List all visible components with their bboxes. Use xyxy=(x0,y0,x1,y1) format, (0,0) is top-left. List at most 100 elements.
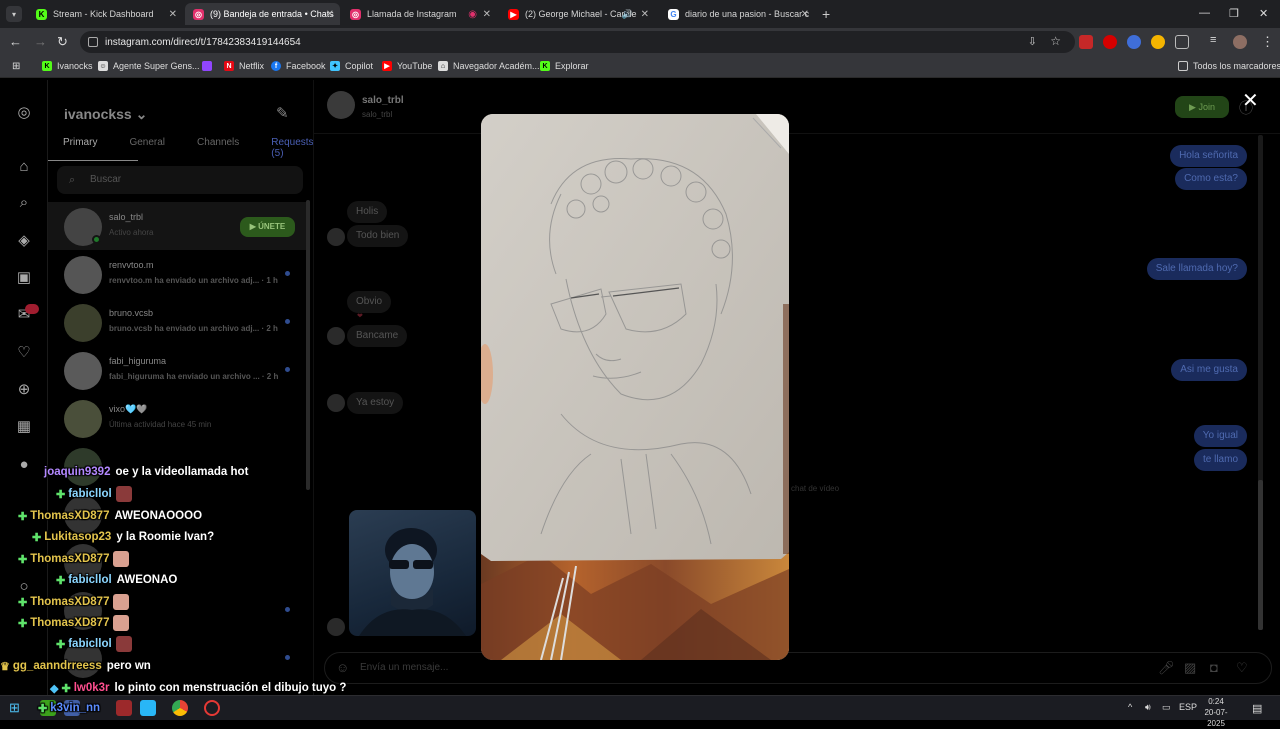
conversation-item[interactable]: bruno.vcsb bruno.vcsb ha enviado un arch… xyxy=(48,298,306,346)
bookmark-ivanocks[interactable]: K Ivanocks xyxy=(42,61,93,71)
profile-avatar[interactable] xyxy=(1233,35,1247,49)
join-call-button[interactable]: ▶ ÚNETE xyxy=(240,217,295,237)
extensions-puzzle-icon[interactable] xyxy=(1175,35,1189,49)
obs-icon[interactable] xyxy=(204,700,220,716)
dm-list-scrollbar[interactable] xyxy=(306,200,310,490)
close-tab-icon[interactable]: ✕ xyxy=(483,9,491,20)
stream-chat-message: ✚ ThomasXD877 xyxy=(18,613,130,633)
conversation-item[interactable]: vixo🩵🩶 Última actividad hace 45 min xyxy=(48,394,306,442)
clock[interactable]: 0:24 20-07-2025 xyxy=(1196,696,1236,729)
conversation-item[interactable]: renvvtoo.m renvvtoo.m ha enviado un arch… xyxy=(48,250,306,298)
explore-icon[interactable]: ◈ xyxy=(14,231,34,251)
close-tab-icon[interactable]: ✕ xyxy=(326,9,334,20)
instagram-logo-icon[interactable]: ◎ xyxy=(14,103,34,123)
image-upload-icon[interactable]: ▨ xyxy=(1184,660,1196,676)
bookmark-twitch[interactable] xyxy=(202,61,217,71)
bookmark-star-icon[interactable]: ☆ xyxy=(1050,34,1061,48)
bookmark-copilot[interactable]: ✦ Copilot xyxy=(330,61,373,71)
tab-google[interactable]: G diario de una pasion - Buscar c ✕ xyxy=(660,3,815,25)
translate-extension-icon[interactable] xyxy=(1127,35,1141,49)
bookmark-explorar[interactable]: K Explorar xyxy=(540,61,589,71)
shared-drawing-image[interactable] xyxy=(349,510,476,636)
tab-requests[interactable]: Requests (5) xyxy=(271,137,313,159)
message-input[interactable]: ☺ Envía un mensaje... 🎤︎ ▨ ◘ ♡ xyxy=(324,652,1272,684)
media-control-icon[interactable]: ≡ xyxy=(1210,34,1216,46)
new-tab-icon[interactable]: + xyxy=(822,6,830,22)
site-info-icon[interactable] xyxy=(88,37,98,47)
bookmark-navegador[interactable]: ⌂ Navegador Académ... xyxy=(438,61,540,71)
like-heart-icon[interactable]: ♡ xyxy=(1236,660,1248,676)
message-out: te llamo xyxy=(1193,449,1247,471)
account-switcher[interactable]: ivanockss ⌄ xyxy=(64,106,147,123)
chat-avatar[interactable] xyxy=(327,91,355,119)
chat-scrollbar-thumb[interactable] xyxy=(1258,480,1263,630)
conversation-item[interactable]: fabi_higuruma fabi_higuruma ha enviado u… xyxy=(48,346,306,394)
reels-icon[interactable]: ▣ xyxy=(14,268,34,288)
search-input[interactable]: ⌕ Buscar xyxy=(57,166,303,194)
windows-start-icon[interactable]: ⊞ xyxy=(9,700,25,716)
bookmark-facebook[interactable]: f Facebook xyxy=(271,61,326,71)
close-tab-icon[interactable]: ✕ xyxy=(801,9,809,20)
join-call-button[interactable]: ▶ Join xyxy=(1175,96,1229,118)
back-icon[interactable]: ← xyxy=(9,34,22,49)
emoji-icon[interactable]: ☺ xyxy=(336,660,349,675)
tab-kick[interactable]: K Stream - Kick Dashboard ✕ xyxy=(28,3,183,25)
language-indicator[interactable]: ESP xyxy=(1179,702,1197,712)
restore-icon[interactable]: ❐ xyxy=(1229,7,1239,20)
vscode-icon[interactable] xyxy=(140,700,156,716)
chrome-icon[interactable] xyxy=(172,700,188,716)
reload-icon[interactable]: ↻ xyxy=(57,34,68,50)
taskbar-app-icon[interactable] xyxy=(116,700,132,716)
tab-title: diario de una pasion - Buscar c xyxy=(685,9,810,19)
volume-icon[interactable]: 🔊︎ xyxy=(1145,702,1151,713)
subscriber-badge-icon: ✚ xyxy=(61,682,71,695)
close-tab-icon[interactable]: ✕ xyxy=(169,9,177,20)
notifications-icon[interactable]: ▤ xyxy=(1252,702,1262,715)
extension-icon[interactable] xyxy=(1151,35,1165,49)
search-icon[interactable]: ⌕ xyxy=(14,193,34,213)
expanded-photo[interactable] xyxy=(481,114,789,660)
adblock-extension-icon[interactable] xyxy=(1079,35,1093,49)
bookmark-youtube[interactable]: ▶ YouTube xyxy=(382,61,432,71)
bookmark-agente[interactable]: ☺ Agente Super Gens... xyxy=(98,61,200,71)
clock-time: 0:24 xyxy=(1208,697,1224,706)
home-icon[interactable]: ⌂ xyxy=(14,157,34,177)
tab-instagram-inbox[interactable]: ◎ (9) Bandeja de entrada • Chats ✕ xyxy=(185,3,340,25)
tab-youtube[interactable]: ▶ (2) George Michael - Carele 🔊 ✕ xyxy=(500,3,655,25)
chat-username: Lukitasop23 xyxy=(44,531,112,543)
bookmark-netflix[interactable]: N Netflix xyxy=(224,61,264,71)
tab-instagram-call[interactable]: ◎ Llamada de Instagram ◉ ✕ xyxy=(342,3,497,25)
create-icon[interactable]: ⊕ xyxy=(14,380,34,400)
browser-menu-icon[interactable]: ⋮ xyxy=(1261,34,1274,50)
tab-search-button[interactable]: ▾ xyxy=(6,6,22,22)
close-window-icon[interactable]: ✕ xyxy=(1259,7,1268,20)
all-bookmarks[interactable]: Todos los marcadores xyxy=(1178,61,1280,71)
tab-primary[interactable]: Primary xyxy=(63,137,97,159)
chat-contact-name[interactable]: salo_trbl xyxy=(362,95,404,106)
tray-overflow-icon[interactable]: ^ xyxy=(1128,702,1132,712)
url-input[interactable]: instagram.com/direct/t/17842383419144654… xyxy=(80,31,1075,53)
new-message-icon[interactable]: ✎ xyxy=(276,104,289,122)
stream-chat-message: ♛ gg_aanndrreess pero wn xyxy=(0,656,151,676)
sticker-icon[interactable]: ◘ xyxy=(1210,660,1218,675)
pencil-drawing-photo xyxy=(481,114,789,660)
extension-icon[interactable] xyxy=(1103,35,1117,49)
apps-grid-icon[interactable]: ⊞ xyxy=(12,61,20,72)
close-viewer-icon[interactable]: ✕ xyxy=(1242,88,1259,113)
profile-avatar-icon[interactable]: ● xyxy=(14,455,34,475)
message-out: Asi me gusta xyxy=(1171,359,1247,381)
tab-channels[interactable]: Channels xyxy=(197,137,239,159)
notifications-heart-icon[interactable]: ♡ xyxy=(14,343,34,363)
conversation-item[interactable]: salo_trbl Activo ahora ▶ ÚNETE xyxy=(48,202,306,250)
minimize-icon[interactable]: — xyxy=(1199,7,1210,19)
conversation-preview: Última actividad hace 45 min xyxy=(109,420,212,429)
tab-general[interactable]: General xyxy=(129,137,165,159)
chat-username: k3vin_nn xyxy=(50,702,101,714)
dashboard-icon[interactable]: ▦ xyxy=(14,417,34,437)
microphone-icon[interactable]: 🎤︎ xyxy=(1158,660,1175,676)
forward-icon[interactable]: → xyxy=(34,34,47,49)
audio-playing-icon[interactable]: 🔊 xyxy=(622,9,633,20)
close-tab-icon[interactable]: ✕ xyxy=(641,9,649,20)
network-icon[interactable]: ▭ xyxy=(1162,702,1171,713)
install-app-icon[interactable]: ⇩ xyxy=(1028,35,1037,48)
